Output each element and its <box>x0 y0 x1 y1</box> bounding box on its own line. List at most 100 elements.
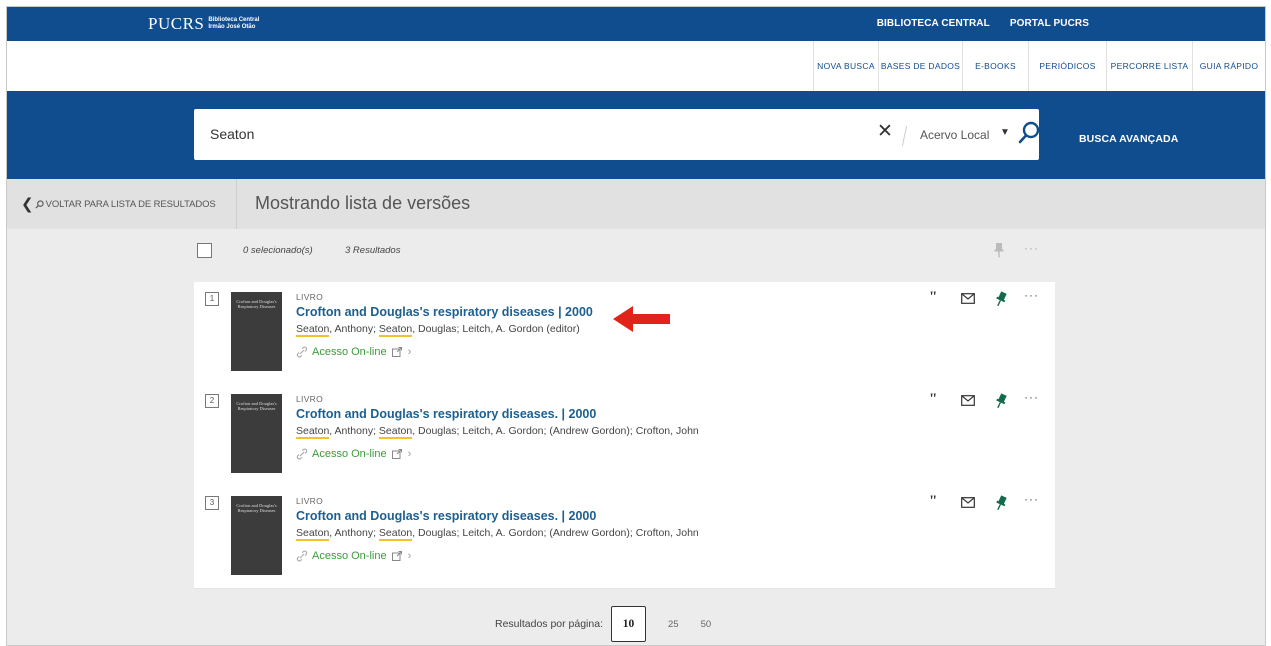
logo-subtitle-line-1: Biblioteca Central <box>208 17 260 23</box>
highlighted-term: Seaton <box>296 527 330 541</box>
pin-icon[interactable] <box>993 242 1005 258</box>
email-icon[interactable] <box>961 395 975 406</box>
link-biblioteca-central[interactable]: BIBLIOTECA CENTRAL <box>877 18 990 29</box>
more-options-icon[interactable]: ··· <box>1024 492 1039 506</box>
search-band: Seaton ✕ Acervo Local ▼ BUSCA AVANÇADA <box>7 91 1265 179</box>
back-to-results-button[interactable]: ❮ VOLTAR PARA LISTA DE RESULTADOS <box>7 179 237 229</box>
nav-periodicos[interactable]: PERIÓDICOS <box>1028 41 1106 91</box>
top-links: BIBLIOTECA CENTRAL PORTAL PUCRS <box>877 18 1089 29</box>
cover-title: Crofton and Douglas's Respiratory Diseas… <box>236 503 277 513</box>
result-title-link[interactable]: Crofton and Douglas's respiratory diseas… <box>296 407 596 421</box>
author-text: , Anthony; <box>329 425 379 437</box>
link-icon <box>296 448 308 460</box>
highlighted-term: Seaton <box>378 323 413 337</box>
citation-icon[interactable]: " <box>929 392 937 407</box>
clear-search-icon[interactable]: ✕ <box>877 122 893 142</box>
chevron-right-icon: › <box>407 346 412 358</box>
more-options-icon[interactable]: ··· <box>1024 241 1039 255</box>
selected-count: 0 selecionado(s) <box>243 245 313 256</box>
pin-icon[interactable] <box>995 495 1007 511</box>
highlighted-term: Seaton <box>378 527 413 541</box>
chevron-right-icon: › <box>407 550 412 562</box>
online-access-label: Acesso On-line <box>312 346 387 358</box>
cover-title: Crofton and Douglas's Respiratory Diseas… <box>236 401 277 411</box>
external-link-icon <box>391 449 402 459</box>
advanced-search-link[interactable]: BUSCA AVANÇADA <box>1079 133 1178 145</box>
search-divider <box>901 126 908 146</box>
more-options-icon[interactable]: ··· <box>1024 288 1039 302</box>
link-icon <box>296 550 308 562</box>
book-cover-thumbnail[interactable]: Crofton and Douglas's Respiratory Diseas… <box>231 394 282 473</box>
email-icon[interactable] <box>961 497 975 508</box>
back-label: VOLTAR PARA LISTA DE RESULTADOS <box>45 198 216 210</box>
author-text: , Douglas; Leitch, A. Gordon; (Andrew Go… <box>412 425 699 437</box>
logo-subtitle: Biblioteca Central Irmão José Otão <box>208 17 259 30</box>
email-icon[interactable] <box>961 293 975 304</box>
citation-icon[interactable]: " <box>929 494 937 509</box>
browser-viewport: PUCRS Biblioteca Central Irmão José Otão… <box>6 6 1266 646</box>
author-text: , Anthony; <box>329 323 379 335</box>
book-cover-thumbnail[interactable]: Crofton and Douglas's Respiratory Diseas… <box>231 292 282 371</box>
online-access-link[interactable]: Acesso On-line › <box>296 550 411 562</box>
page-size-10-selected[interactable]: 10 <box>611 606 646 642</box>
chevron-right-icon: › <box>407 448 412 460</box>
result-authors: Seaton, Anthony; Seaton, Douglas; Leitch… <box>296 323 580 337</box>
highlighted-term: Seaton <box>296 323 330 337</box>
nav-nova-busca[interactable]: NOVA BUSCA <box>813 41 878 91</box>
pin-icon[interactable] <box>995 393 1007 409</box>
author-text: , Anthony; <box>329 527 379 539</box>
result-index: 1 <box>205 292 219 306</box>
cover-title: Crofton and Douglas's Respiratory Diseas… <box>236 299 277 309</box>
page-size-option[interactable]: 25 <box>668 619 679 630</box>
result-authors: Seaton, Anthony; Seaton, Douglas; Leitch… <box>296 527 699 541</box>
results-per-page-label: Resultados por página: <box>495 618 603 630</box>
annotation-arrow-icon <box>613 306 670 332</box>
main-nav: NOVA BUSCA BASES DE DADOS E-BOOKS PERIÓD… <box>7 41 1265 91</box>
results-per-page: Resultados por página: 10 25 50 <box>495 606 711 642</box>
logo-subtitle-line-2: Irmão José Otão <box>208 23 256 30</box>
online-access-link[interactable]: Acesso On-line › <box>296 346 411 358</box>
more-options-icon[interactable]: ··· <box>1024 390 1039 404</box>
author-text: , Douglas; Leitch, A. Gordon; (Andrew Go… <box>412 527 699 539</box>
online-access-label: Acesso On-line <box>312 550 387 562</box>
external-link-icon <box>391 347 402 357</box>
result-type: LIVRO <box>296 496 324 506</box>
book-cover-thumbnail[interactable]: Crofton and Douglas's Respiratory Diseas… <box>231 496 282 575</box>
result-card[interactable]: 3 Crofton and Douglas's Respiratory Dise… <box>194 486 1055 589</box>
pucrs-logo[interactable]: PUCRS Biblioteca Central Irmão José Otão <box>148 15 259 33</box>
chevron-down-icon[interactable]: ▼ <box>1000 127 1010 138</box>
results-count: 3 Resultados <box>345 245 401 256</box>
search-box: Seaton ✕ Acervo Local ▼ <box>194 109 1040 160</box>
select-all-checkbox[interactable] <box>197 243 212 258</box>
nav-e-books[interactable]: E-BOOKS <box>962 41 1028 91</box>
result-title-link[interactable]: Crofton and Douglas's respiratory diseas… <box>296 305 593 319</box>
online-access-label: Acesso On-line <box>312 448 387 460</box>
pin-icon[interactable] <box>995 291 1007 307</box>
result-type: LIVRO <box>296 394 324 404</box>
search-input[interactable]: Seaton <box>210 126 254 142</box>
external-link-icon <box>391 551 402 561</box>
highlighted-term: Seaton <box>296 425 330 439</box>
top-bar: PUCRS Biblioteca Central Irmão José Otão… <box>7 7 1265 41</box>
result-title-link[interactable]: Crofton and Douglas's respiratory diseas… <box>296 509 596 523</box>
nav-guia-rapido[interactable]: GUIA RÁPIDO <box>1192 41 1265 91</box>
page-title: Mostrando lista de versões <box>255 193 471 213</box>
search-icon[interactable] <box>1017 120 1043 146</box>
citation-icon[interactable]: " <box>929 290 937 305</box>
online-access-link[interactable]: Acesso On-line › <box>296 448 411 460</box>
nav-percorre-lista[interactable]: PERCORRE LISTA <box>1106 41 1192 91</box>
result-card[interactable]: 2 Crofton and Douglas's Respiratory Dise… <box>194 384 1055 487</box>
author-text: , Douglas; Leitch, A. Gordon (editor) <box>412 323 580 335</box>
page-size-option[interactable]: 50 <box>701 619 712 630</box>
result-authors: Seaton, Anthony; Seaton, Douglas; Leitch… <box>296 425 699 439</box>
highlighted-term: Seaton <box>378 425 413 439</box>
logo-wordmark: PUCRS <box>148 14 205 33</box>
nav-bases-de-dados[interactable]: BASES DE DADOS <box>878 41 962 91</box>
back-bar: ❮ VOLTAR PARA LISTA DE RESULTADOS Mostra… <box>7 179 1265 229</box>
scope-select[interactable]: Acervo Local <box>920 128 989 142</box>
result-index: 3 <box>205 496 219 510</box>
link-portal-pucrs[interactable]: PORTAL PUCRS <box>1010 18 1089 29</box>
chevron-left-icon: ❮ <box>21 196 34 213</box>
link-icon <box>296 346 308 358</box>
result-type: LIVRO <box>296 292 324 302</box>
